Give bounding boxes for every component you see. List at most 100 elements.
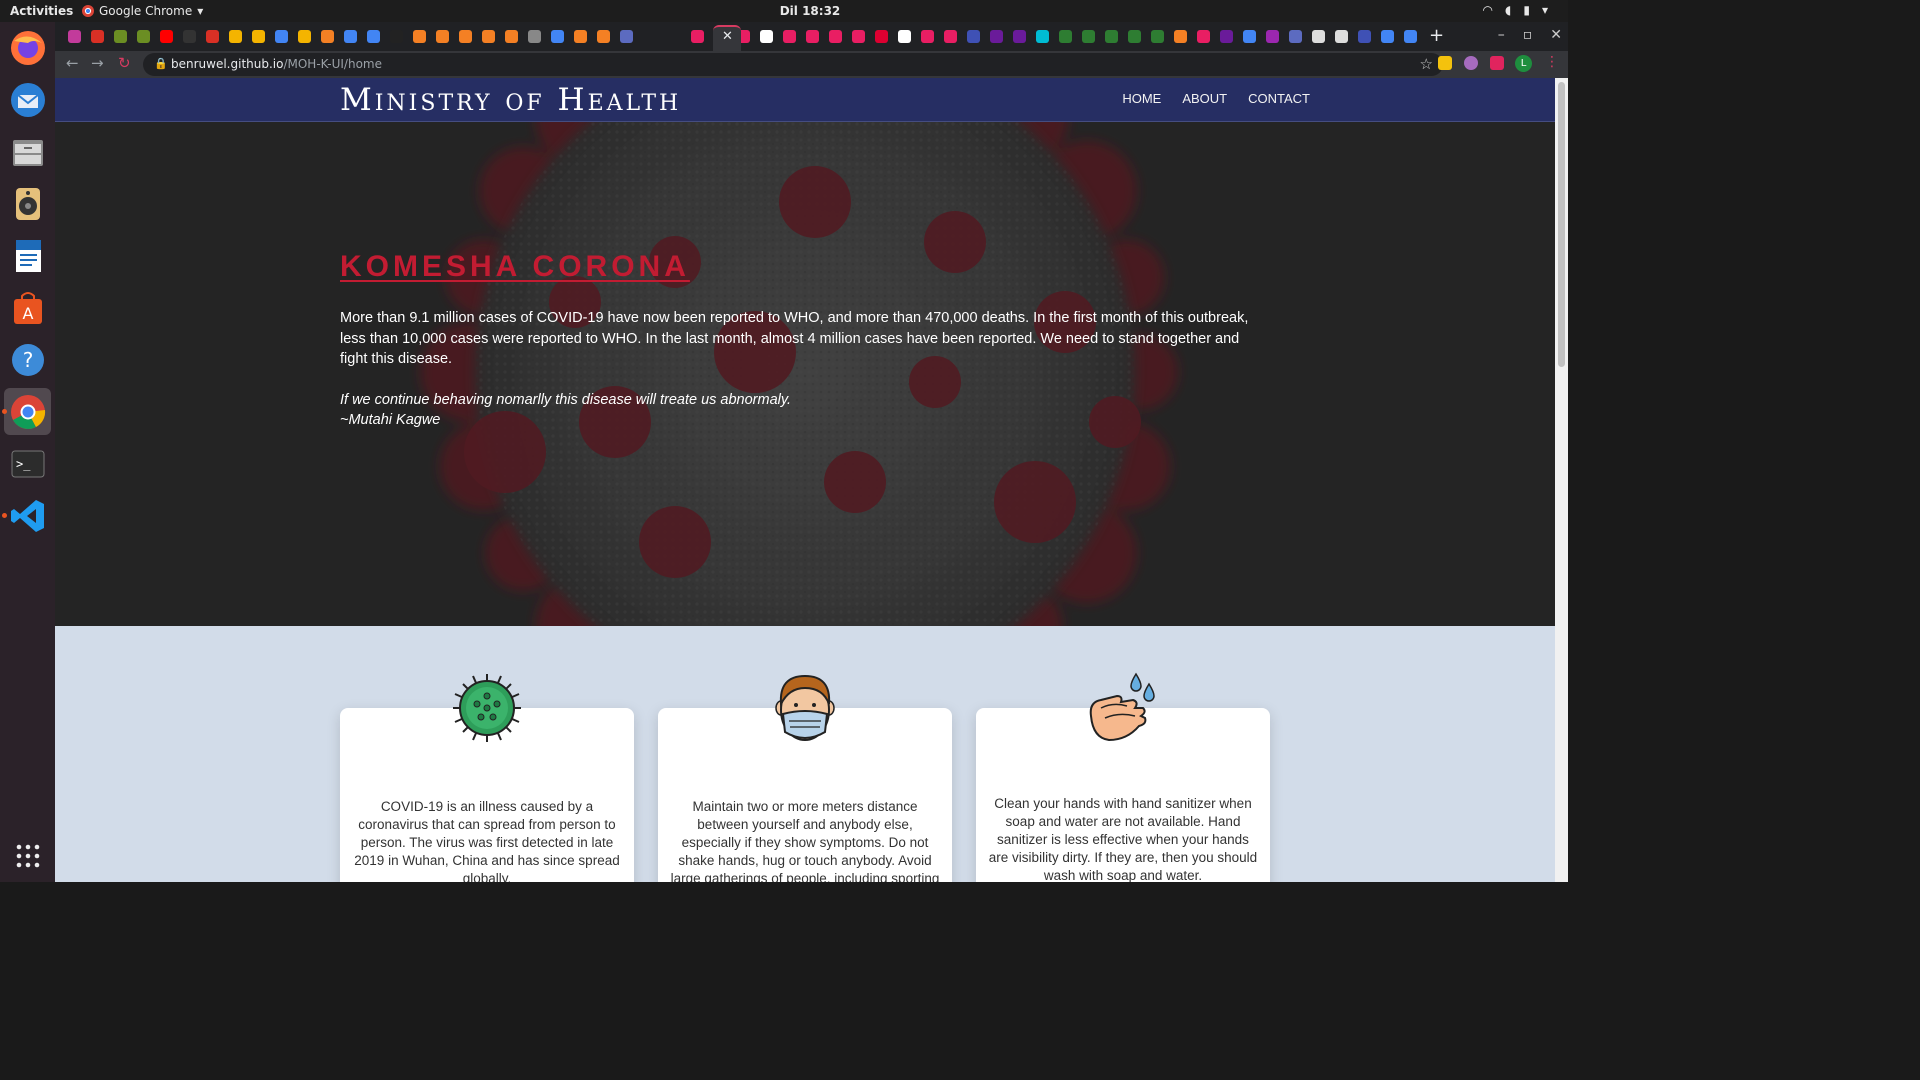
svg-text:?: ? (22, 348, 33, 372)
tab-favicon[interactable] (68, 30, 81, 43)
face-mask-icon (775, 674, 835, 741)
tab-favicon[interactable] (1243, 30, 1256, 43)
tab-favicon[interactable] (990, 30, 1003, 43)
tab-favicon[interactable] (1404, 30, 1417, 43)
dock-software[interactable]: A (4, 284, 51, 331)
clock[interactable]: Dil 18:32 (0, 4, 1620, 18)
tab-favicon[interactable] (829, 30, 842, 43)
tab-favicon[interactable] (551, 30, 564, 43)
dock-help[interactable]: ? (4, 336, 51, 383)
tab-favicon[interactable] (921, 30, 934, 43)
dock-terminal[interactable]: >_ (4, 440, 51, 487)
nav-about[interactable]: ABOUT (1182, 91, 1227, 106)
active-tab[interactable]: ✕ (713, 25, 741, 51)
tab-favicon[interactable] (321, 30, 334, 43)
menu-kebab-icon[interactable]: ⋮ (1545, 54, 1559, 70)
close-tab-icon[interactable]: ✕ (722, 29, 733, 44)
address-bar[interactable]: 🔒 benruwel.github.io/MOH-K-UI/home ☆ (143, 53, 1443, 76)
system-tray[interactable]: ◠ ◖ ▮ ▾ (1483, 3, 1548, 17)
site-nav: HOME ABOUT CONTACT (1122, 91, 1310, 106)
tab-favicon[interactable] (206, 30, 219, 43)
minimize-icon[interactable]: – (1498, 27, 1505, 43)
tab-favicon[interactable] (1312, 30, 1325, 43)
tab-favicon[interactable] (597, 30, 610, 43)
tab-favicon[interactable] (275, 30, 288, 43)
tab-favicon[interactable] (1197, 30, 1210, 43)
tab-favicon[interactable] (1174, 30, 1187, 43)
tab-favicon[interactable] (691, 30, 704, 43)
dock-writer[interactable] (4, 232, 51, 279)
tab-favicon[interactable] (898, 30, 911, 43)
tab-favicon[interactable] (436, 30, 449, 43)
tab-favicon[interactable] (760, 30, 773, 43)
reload-icon[interactable]: ↻ (118, 54, 131, 72)
tab-favicon[interactable] (1220, 30, 1233, 43)
tab-favicon[interactable] (1013, 30, 1026, 43)
tab-favicon[interactable] (114, 30, 127, 43)
tab-favicon[interactable] (252, 30, 265, 43)
tab-favicon[interactable] (852, 30, 865, 43)
extension-icon[interactable] (1464, 56, 1478, 70)
tab-favicon[interactable] (620, 30, 633, 43)
lastpass-extension-icon[interactable] (1438, 56, 1452, 70)
tab-favicon[interactable] (1036, 30, 1049, 43)
tab-favicon[interactable] (574, 30, 587, 43)
dock-firefox[interactable] (4, 24, 51, 71)
tab-strip: ✕ + – ▫ ✕ (55, 22, 1568, 51)
tab-favicon[interactable] (1358, 30, 1371, 43)
close-window-icon[interactable]: ✕ (1550, 27, 1562, 43)
tab-favicon[interactable] (298, 30, 311, 43)
tab-favicon[interactable] (1128, 30, 1141, 43)
tab-favicon[interactable] (1289, 30, 1302, 43)
bookmark-star-icon[interactable]: ☆ (1420, 55, 1433, 73)
hero-title[interactable]: KOMESHA CORONA (340, 250, 1270, 284)
tab-favicon[interactable] (91, 30, 104, 43)
web-page: Ministry of Health HOME ABOUT CONTACT KO… (55, 78, 1555, 882)
scrollbar-thumb[interactable] (1558, 82, 1565, 367)
tab-favicon[interactable] (1335, 30, 1348, 43)
dock-vscode[interactable] (2, 492, 51, 539)
tab-favicon[interactable] (137, 30, 150, 43)
nav-contact[interactable]: CONTACT (1248, 91, 1310, 106)
vscode-icon (10, 499, 44, 532)
tab-favicon[interactable] (1105, 30, 1118, 43)
dock-chrome[interactable] (2, 388, 51, 435)
tab-favicon[interactable] (783, 30, 796, 43)
tab-favicon[interactable] (367, 30, 380, 43)
tab-favicon[interactable] (344, 30, 357, 43)
site-brand[interactable]: Ministry of Health (340, 82, 681, 118)
battery-icon: ▮ (1523, 3, 1530, 17)
tab-favicon[interactable] (1059, 30, 1072, 43)
tab-favicon[interactable] (482, 30, 495, 43)
tab-favicon[interactable] (875, 30, 888, 43)
tab-favicon[interactable] (1266, 30, 1279, 43)
maximize-icon[interactable]: ▫ (1523, 27, 1533, 43)
tab-favicon[interactable] (1151, 30, 1164, 43)
tab-favicon[interactable] (967, 30, 980, 43)
page-scrollbar[interactable] (1555, 78, 1568, 882)
dock-files[interactable] (4, 128, 51, 175)
profile-avatar[interactable]: L (1515, 55, 1532, 72)
dock-rhythmbox[interactable] (4, 180, 51, 227)
hero-paragraph: More than 9.1 million cases of COVID-19 … (340, 310, 1249, 367)
tab-favicon[interactable] (160, 30, 173, 43)
new-tab-button[interactable]: + (1429, 25, 1444, 46)
tab-favicon[interactable] (806, 30, 819, 43)
tab-favicon[interactable] (229, 30, 242, 43)
tab-favicon[interactable] (459, 30, 472, 43)
speaker-icon (15, 187, 40, 220)
forward-icon[interactable]: → (91, 54, 104, 72)
tab-favicon[interactable] (1381, 30, 1394, 43)
back-icon[interactable]: ← (66, 54, 79, 72)
tab-favicon[interactable] (390, 30, 403, 43)
tab-favicon[interactable] (183, 30, 196, 43)
show-applications-button[interactable] (4, 832, 51, 879)
puzzle-extension-icon[interactable] (1490, 56, 1504, 70)
tab-favicon[interactable] (413, 30, 426, 43)
tab-favicon[interactable] (528, 30, 541, 43)
tab-favicon[interactable] (944, 30, 957, 43)
dock-thunderbird[interactable] (4, 76, 51, 123)
tab-favicon[interactable] (1082, 30, 1095, 43)
tab-favicon[interactable] (505, 30, 518, 43)
nav-home[interactable]: HOME (1122, 91, 1161, 106)
